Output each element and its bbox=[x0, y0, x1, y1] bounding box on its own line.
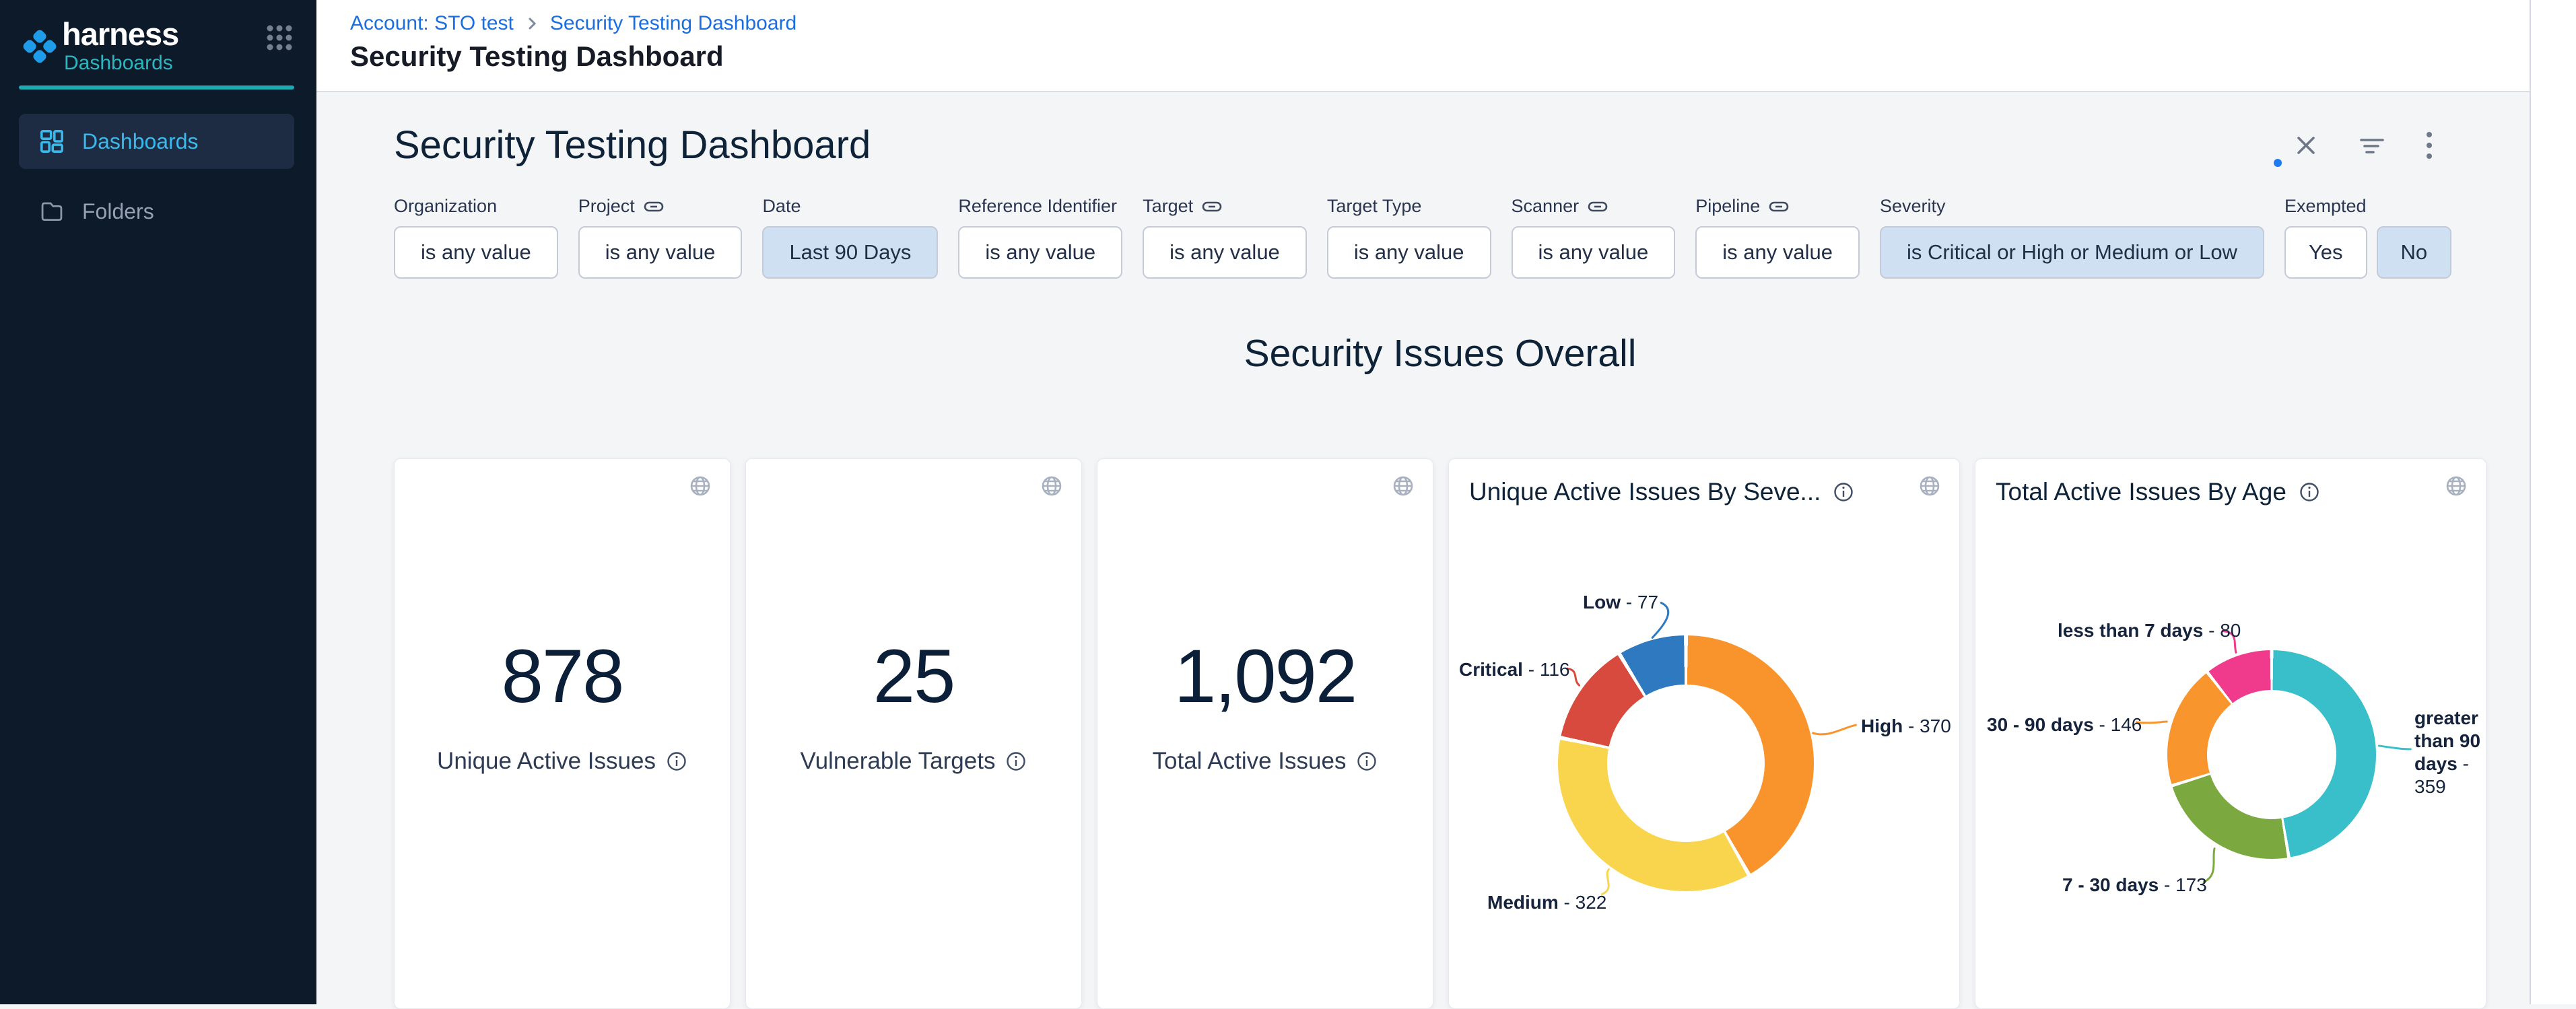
chart-label-critical: Critical - 116 bbox=[1459, 658, 1569, 681]
cards-row: 878 Unique Active Issues bbox=[394, 458, 2486, 1009]
filter-reference-identifier-value[interactable]: is any value bbox=[958, 226, 1122, 279]
filter-label: Severity bbox=[1880, 196, 1946, 217]
chart-label-7-30-days: 7 - 30 days - 173 bbox=[2062, 874, 2207, 897]
harness-logo-icon[interactable] bbox=[20, 27, 59, 66]
module-grid-icon[interactable] bbox=[264, 22, 295, 53]
filter-reference-identifier: Reference Identifier is any value bbox=[958, 196, 1122, 279]
filter-target: Target is any value bbox=[1143, 196, 1307, 279]
filter-label: Target Type bbox=[1327, 196, 1422, 217]
kebab-menu-icon[interactable] bbox=[2425, 131, 2434, 160]
dashboards-icon bbox=[39, 129, 65, 154]
filter-target-type-value[interactable]: is any value bbox=[1327, 226, 1491, 279]
filter-pipeline-value[interactable]: is any value bbox=[1695, 226, 1860, 279]
dashboard-actions bbox=[2293, 131, 2434, 160]
filter-label: Organization bbox=[394, 196, 497, 217]
sidebar-nav: Dashboards Folders bbox=[0, 114, 316, 239]
page-title: Security Testing Dashboard bbox=[350, 40, 2530, 73]
filter-label: Target bbox=[1143, 196, 1193, 217]
sidebar-item-label: Dashboards bbox=[82, 129, 199, 154]
folder-icon bbox=[39, 199, 65, 224]
filter-exempted: Exempted Yes No bbox=[2284, 196, 2451, 279]
filter-severity-value[interactable]: is Critical or High or Medium or Low bbox=[1880, 226, 2264, 279]
filter-target-value[interactable]: is any value bbox=[1143, 226, 1307, 279]
filter-label: Pipeline bbox=[1695, 196, 1760, 217]
filter-date-value[interactable]: Last 90 Days bbox=[762, 226, 938, 279]
exempted-no-button[interactable]: No bbox=[2377, 226, 2452, 279]
sidebar-item-label: Folders bbox=[82, 199, 154, 224]
filter-bar: Organization is any value Project is any… bbox=[394, 196, 2486, 279]
stat-label: Total Active Issues bbox=[1153, 748, 1347, 775]
link-icon bbox=[1588, 200, 1608, 213]
brand-product: Dashboards bbox=[64, 52, 178, 75]
chart-title: Unique Active Issues By Seve... bbox=[1469, 478, 1821, 506]
card-total-active-issues: 1,092 Total Active Issues bbox=[1097, 458, 1433, 1009]
scrollbar-strip[interactable] bbox=[2530, 0, 2576, 1004]
filter-organization-value[interactable]: is any value bbox=[394, 226, 558, 279]
card-vulnerable-targets: 25 Vulnerable Targets bbox=[745, 458, 1082, 1009]
breadcrumb-page-link[interactable]: Security Testing Dashboard bbox=[550, 12, 796, 35]
stat-label: Vulnerable Targets bbox=[801, 748, 996, 775]
filter-severity: Severity is Critical or High or Medium o… bbox=[1880, 196, 2264, 279]
link-icon bbox=[644, 200, 664, 213]
breadcrumb-chevron-icon bbox=[524, 16, 539, 31]
stat-label: Unique Active Issues bbox=[437, 748, 656, 775]
filter-label: Date bbox=[762, 196, 801, 217]
filter-label: Reference Identifier bbox=[958, 196, 1117, 217]
globe-icon bbox=[1918, 474, 1942, 498]
section-title: Security Issues Overall bbox=[394, 331, 2486, 376]
sidebar: harness Dashboards Dashboards bbox=[0, 0, 316, 1004]
breadcrumb: Account: STO test Security Testing Dashb… bbox=[350, 12, 2530, 35]
chart-label-less-7-days: less than 7 days - 80 bbox=[2058, 619, 2241, 642]
stat-value: 1,092 bbox=[1174, 633, 1356, 720]
card-issues-by-severity: Unique Active Issues By Seve... bbox=[1448, 458, 1960, 1009]
card-issues-by-age: Total Active Issues By Age bbox=[1975, 458, 2486, 1009]
info-icon[interactable] bbox=[2299, 481, 2320, 503]
brand-name: harness bbox=[62, 18, 178, 50]
filter-target-type: Target Type is any value bbox=[1327, 196, 1491, 279]
chart-label-medium: Medium - 322 bbox=[1487, 891, 1606, 914]
dashboard-title: Security Testing Dashboard bbox=[394, 123, 871, 168]
link-icon bbox=[1202, 200, 1222, 213]
card-unique-active-issues: 878 Unique Active Issues bbox=[394, 458, 731, 1009]
breadcrumb-account-link[interactable]: Account: STO test bbox=[350, 12, 514, 35]
chart-label-low: Low - 77 bbox=[1583, 591, 1658, 614]
info-icon[interactable] bbox=[1005, 751, 1027, 772]
chart-label-high: High - 370 bbox=[1861, 715, 1951, 738]
dashboard-header: Security Testing Dashboard bbox=[394, 123, 2486, 168]
filter-icon[interactable] bbox=[2357, 132, 2387, 159]
link-icon bbox=[1769, 200, 1789, 213]
module-underline bbox=[19, 85, 294, 90]
top-header: Account: STO test Security Testing Dashb… bbox=[316, 0, 2530, 92]
filter-project-value[interactable]: is any value bbox=[578, 226, 743, 279]
cursor-dot bbox=[2274, 159, 2282, 167]
severity-donut-chart[interactable] bbox=[1558, 635, 1814, 891]
filter-label: Scanner bbox=[1512, 196, 1580, 217]
filter-scanner: Scanner is any value bbox=[1512, 196, 1676, 279]
filter-scanner-value[interactable]: is any value bbox=[1512, 226, 1676, 279]
chart-label-greater-90-days: greater than 90 days - 359 bbox=[2414, 707, 2495, 798]
sidebar-item-folders[interactable]: Folders bbox=[19, 184, 294, 239]
filter-label: Project bbox=[578, 196, 635, 217]
globe-icon bbox=[2444, 474, 2468, 498]
info-icon[interactable] bbox=[1833, 481, 1854, 503]
dashboard-content: Security Testing Dashboard Org bbox=[316, 92, 2530, 1004]
close-icon[interactable] bbox=[2293, 132, 2319, 159]
age-donut-chart[interactable] bbox=[2167, 650, 2376, 859]
exempted-yes-button[interactable]: Yes bbox=[2284, 226, 2367, 279]
stat-value: 25 bbox=[873, 633, 955, 720]
sidebar-item-dashboards[interactable]: Dashboards bbox=[19, 114, 294, 169]
stat-value: 878 bbox=[502, 633, 623, 720]
filter-project: Project is any value bbox=[578, 196, 743, 279]
filter-organization: Organization is any value bbox=[394, 196, 558, 279]
filter-pipeline: Pipeline is any value bbox=[1695, 196, 1860, 279]
info-icon[interactable] bbox=[1356, 751, 1378, 772]
filter-date: Date Last 90 Days bbox=[762, 196, 938, 279]
chart-label-30-90-days: 30 - 90 days - 146 bbox=[1987, 714, 2142, 736]
info-icon[interactable] bbox=[666, 751, 687, 772]
filter-label: Exempted bbox=[2284, 196, 2367, 217]
logo-row: harness Dashboards bbox=[0, 0, 316, 75]
chart-title: Total Active Issues By Age bbox=[1996, 478, 2286, 506]
